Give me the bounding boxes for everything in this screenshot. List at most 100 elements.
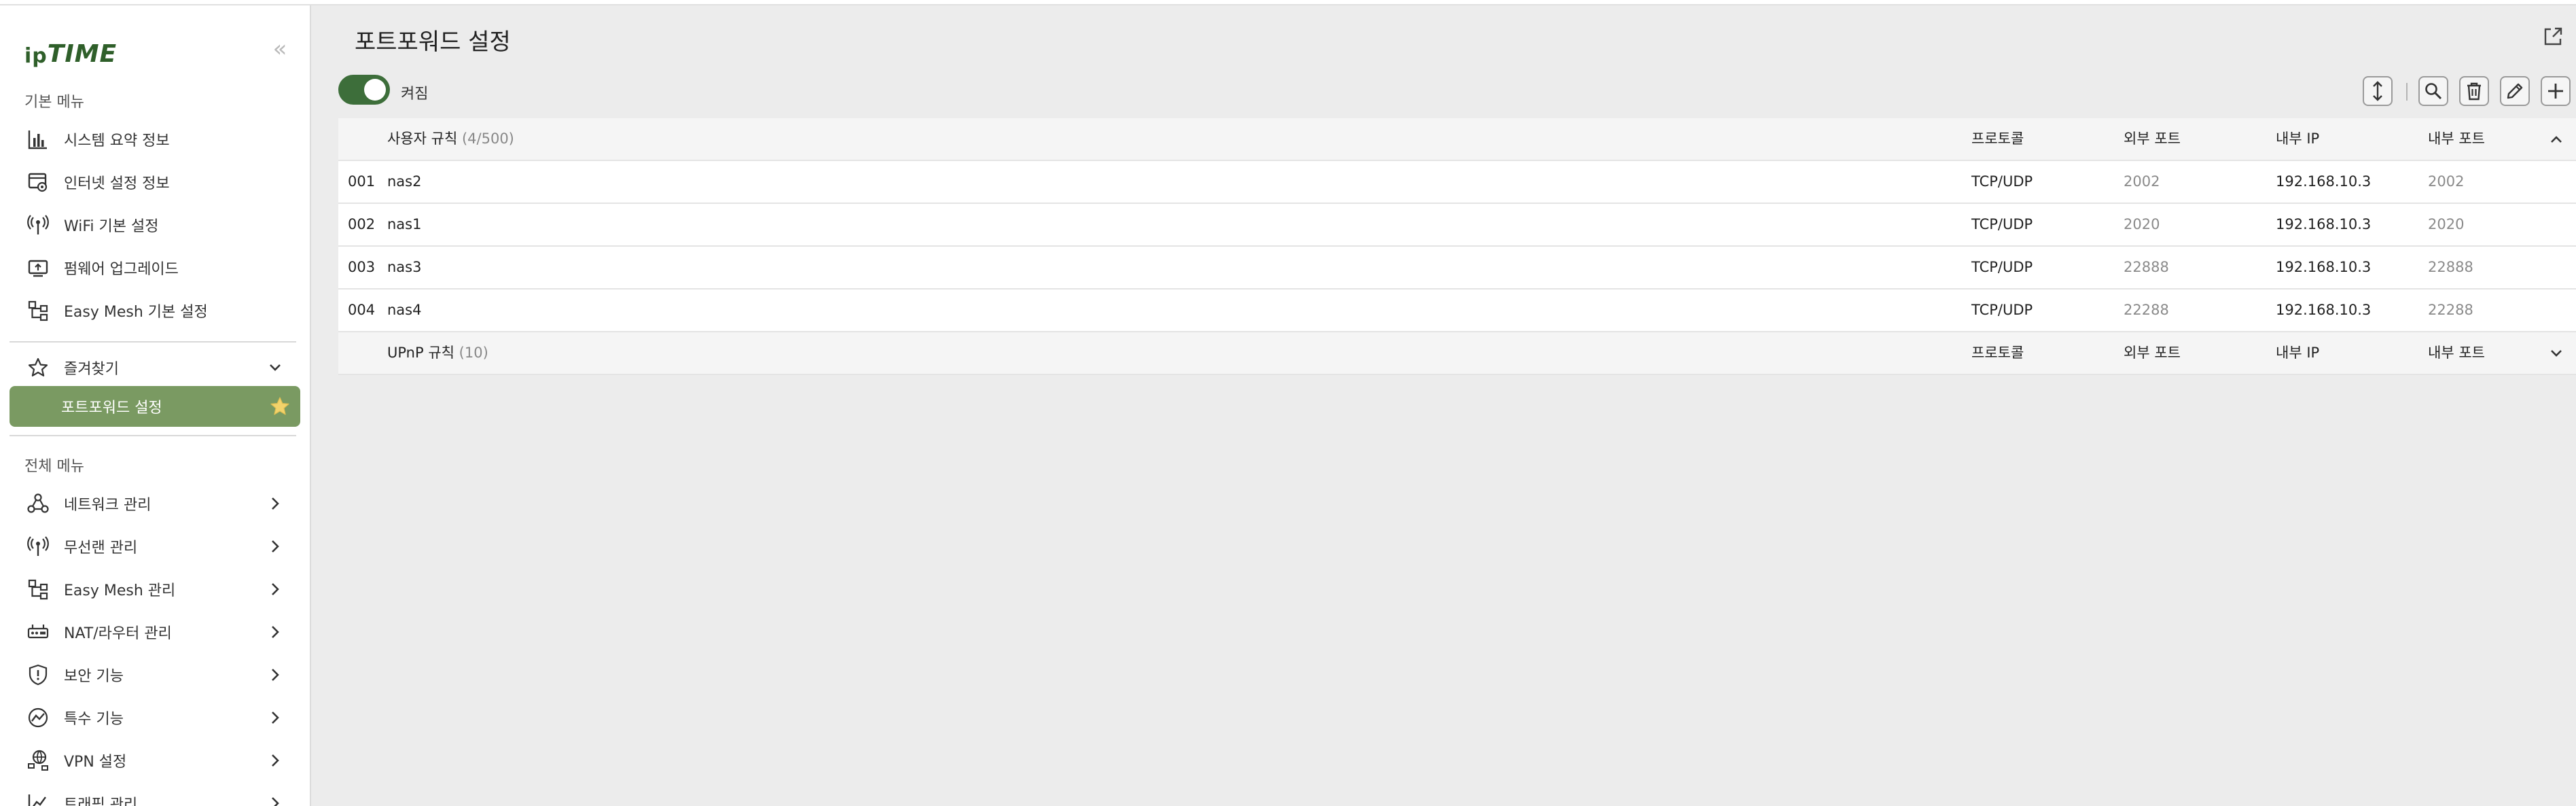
sidebar-item-wifi-basic[interactable]: WiFi 기본 설정 (10, 205, 300, 245)
add-button[interactable] (2541, 76, 2571, 106)
toolbar-separator (2406, 83, 2408, 101)
special-icon (26, 705, 50, 730)
main-content: 포트포워드 설정 켜짐 사용자 규칙 (4/500) 프로토콜 외부 포트 내부… (312, 5, 2576, 806)
sidebar-item-label: 무선랜 관리 (64, 540, 138, 557)
sidebar-item-label: 네트워크 관리 (64, 497, 151, 514)
router-icon (26, 620, 50, 644)
chevron-right-icon (265, 579, 285, 599)
star-filled-icon[interactable] (269, 396, 291, 417)
sidebar-collapse-button[interactable]: « (266, 35, 293, 63)
sidebar-item-label: 인터넷 설정 정보 (64, 175, 170, 192)
chevron-right-icon (265, 493, 285, 514)
upnp-rules-title: UPnP 규칙 (10) (387, 332, 488, 374)
toggle-status-label: 켜짐 (401, 86, 429, 103)
rule-internal-port: 22888 (2428, 259, 2473, 275)
upnp-rules-header[interactable]: UPnP 규칙 (10) 프로토콜 외부 포트 내부 IP 내부 포트 (338, 332, 2576, 375)
sidebar-item-wireless[interactable]: 무선랜 관리 (10, 527, 300, 566)
table-row[interactable]: 004 nas4 TCP/UDP 22288 192.168.10.3 2228… (338, 290, 2576, 332)
trash-icon (2465, 82, 2483, 101)
divider (10, 435, 296, 436)
rule-external-port: 22888 (2124, 259, 2169, 275)
toggle-knob (364, 79, 386, 101)
sidebar-item-system-summary[interactable]: 시스템 요약 정보 (10, 120, 300, 159)
chevron-right-icon (265, 536, 285, 557)
chevron-down-icon[interactable] (2546, 343, 2566, 364)
column-header-internal-ip: 내부 IP (2276, 130, 2320, 147)
sidebar-item-traffic[interactable]: 트래픽 관리 (10, 784, 300, 806)
mesh-icon (26, 298, 50, 323)
sidebar-item-label: Easy Mesh 관리 (64, 582, 176, 599)
table-row[interactable]: 003 nas3 TCP/UDP 22888 192.168.10.3 2288… (338, 247, 2576, 290)
table-row[interactable]: 001 nas2 TCP/UDP 2002 192.168.10.3 2002 (338, 161, 2576, 204)
rule-protocol: TCP/UDP (1971, 259, 2033, 275)
add-icon (2546, 82, 2565, 101)
upnp-rules-count: (10) (459, 345, 488, 361)
edit-button[interactable] (2500, 76, 2530, 106)
user-rules-title: 사용자 규칙 (4/500) (387, 118, 514, 160)
firmware-icon (26, 256, 50, 280)
search-icon (2424, 82, 2443, 101)
favorites-toggle[interactable]: 즐겨찾기 (10, 348, 300, 387)
user-rules-title-text: 사용자 규칙 (387, 130, 458, 147)
sidebar-item-label: 특수 기능 (64, 711, 124, 728)
rule-external-port: 2002 (2124, 173, 2160, 190)
star-outline-icon (26, 355, 50, 380)
wifi-antenna-icon (26, 213, 50, 237)
rule-protocol: TCP/UDP (1971, 302, 2033, 318)
rule-internal-ip: 192.168.10.3 (2276, 302, 2372, 318)
sidebar-item-label: 시스템 요약 정보 (64, 133, 170, 150)
chevron-right-icon (265, 750, 285, 771)
search-button[interactable] (2418, 76, 2448, 106)
port-forward-table: 사용자 규칙 (4/500) 프로토콜 외부 포트 내부 IP 내부 포트 00… (338, 118, 2576, 375)
sidebar-item-firmware-upgrade[interactable]: 펌웨어 업그레이드 (10, 248, 300, 287)
favorites-label: 즐겨찾기 (64, 361, 119, 378)
bar-chart-icon (26, 127, 50, 152)
rule-name: nas1 (387, 216, 422, 232)
wireless-icon (26, 534, 50, 559)
user-rules-count: (4/500) (461, 130, 514, 147)
chevron-down-icon (265, 357, 285, 378)
port-forward-toggle[interactable] (338, 75, 390, 105)
page-title: 포트포워드 설정 (355, 29, 511, 56)
column-header-external-port: 외부 포트 (2124, 345, 2181, 361)
mesh-icon (26, 577, 50, 601)
rule-internal-port: 2020 (2428, 216, 2465, 232)
sidebar-item-label: 포트포워드 설정 (61, 400, 162, 417)
sidebar-item-vpn[interactable]: VPN 설정 (10, 741, 300, 780)
user-rules-header[interactable]: 사용자 규칙 (4/500) 프로토콜 외부 포트 내부 IP 내부 포트 (338, 118, 2576, 161)
traffic-icon (26, 791, 50, 806)
rule-name: nas4 (387, 302, 422, 318)
sidebar-item-label: VPN 설정 (64, 754, 127, 771)
sidebar-item-easymesh-manage[interactable]: Easy Mesh 관리 (10, 570, 300, 609)
sort-button[interactable] (2363, 76, 2393, 106)
sidebar-item-special[interactable]: 특수 기능 (10, 698, 300, 737)
row-index: 004 (348, 302, 376, 318)
rule-external-port: 2020 (2124, 216, 2160, 232)
sidebar-item-easymesh-basic[interactable]: Easy Mesh 기본 설정 (10, 291, 300, 330)
basic-menu-label: 기본 메뉴 (24, 94, 84, 111)
chevron-right-icon (265, 793, 285, 806)
sidebar-item-security[interactable]: 보안 기능 (10, 655, 300, 695)
sidebar-item-nat-router[interactable]: NAT/라우터 관리 (10, 612, 300, 652)
sidebar: ip TIME « 기본 메뉴 시스템 요약 정보 인터넷 설정 정보 WiFi… (0, 5, 311, 806)
rule-protocol: TCP/UDP (1971, 173, 2033, 190)
logo-time-text: TIME (47, 40, 118, 68)
iptime-logo[interactable]: ip TIME (24, 34, 117, 68)
table-row[interactable]: 002 nas1 TCP/UDP 2020 192.168.10.3 2020 (338, 204, 2576, 247)
rule-internal-ip: 192.168.10.3 (2276, 259, 2372, 275)
rule-internal-ip: 192.168.10.3 (2276, 216, 2372, 232)
rule-external-port: 22288 (2124, 302, 2169, 318)
sidebar-item-label: WiFi 기본 설정 (64, 218, 159, 235)
sidebar-item-network[interactable]: 네트워크 관리 (10, 484, 300, 523)
upnp-rules-title-text: UPnP 규칙 (387, 345, 454, 361)
row-index: 002 (348, 216, 376, 232)
external-link-icon[interactable] (2542, 26, 2564, 48)
rule-protocol: TCP/UDP (1971, 216, 2033, 232)
sidebar-item-port-forward[interactable]: 포트포워드 설정 (10, 386, 300, 427)
chevron-up-icon[interactable] (2546, 129, 2566, 150)
delete-button[interactable] (2459, 76, 2489, 106)
row-index: 001 (348, 173, 376, 190)
sidebar-item-label: Easy Mesh 기본 설정 (64, 304, 208, 321)
sort-icon (2369, 81, 2386, 101)
sidebar-item-internet-settings[interactable]: 인터넷 설정 정보 (10, 162, 300, 202)
